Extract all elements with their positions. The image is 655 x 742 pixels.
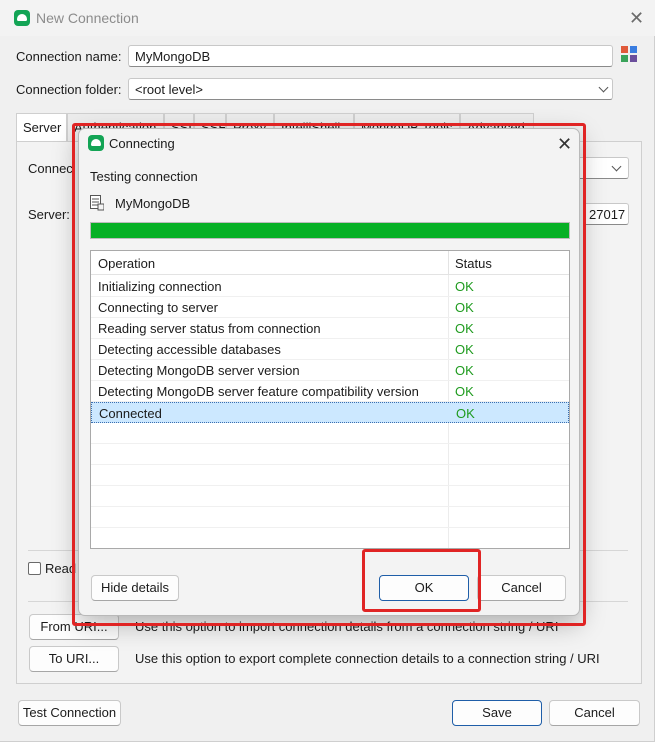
column-header-status[interactable]: Status <box>455 256 492 271</box>
server-label: Server: <box>28 207 70 222</box>
progress-bar <box>90 222 570 239</box>
table-row-empty <box>91 423 569 444</box>
app-logo-icon <box>88 135 104 151</box>
color-picker-icon[interactable] <box>621 46 637 62</box>
dialog-cancel-button[interactable]: Cancel <box>477 575 566 601</box>
connection-name-label: Connection name: <box>16 49 122 64</box>
table-row-selected[interactable]: Connected OK <box>91 402 569 423</box>
save-button[interactable]: Save <box>452 700 542 726</box>
connection-folder-label: Connection folder: <box>16 82 122 97</box>
row-status: OK <box>455 321 474 336</box>
operations-table: Operation Status Initializing connection… <box>90 250 570 549</box>
row-operation: Detecting accessible databases <box>98 342 281 357</box>
table-row-empty <box>91 444 569 465</box>
close-icon[interactable]: ✕ <box>557 135 572 153</box>
column-header-operation[interactable]: Operation <box>98 256 155 271</box>
row-operation: Initializing connection <box>98 279 222 294</box>
ok-button[interactable]: OK <box>379 575 469 601</box>
connection-type-label: Connec <box>28 161 73 176</box>
close-icon[interactable]: ✕ <box>629 9 644 27</box>
from-uri-button[interactable]: From URI... <box>29 614 119 640</box>
port-input[interactable]: 27017 <box>583 203 629 225</box>
connection-type-select[interactable] <box>575 157 629 179</box>
row-operation: Detecting MongoDB server version <box>98 363 300 378</box>
test-connection-button[interactable]: Test Connection <box>18 700 121 726</box>
connection-name-display: MyMongoDB <box>115 196 191 211</box>
read-only-label: Read <box>45 561 77 576</box>
row-operation: Detecting MongoDB server feature compati… <box>98 384 419 399</box>
read-only-checkbox[interactable] <box>28 562 41 575</box>
hide-details-button[interactable]: Hide details <box>91 575 179 601</box>
table-row-empty <box>91 465 569 486</box>
app-logo-icon <box>14 10 30 26</box>
to-uri-button[interactable]: To URI... <box>29 646 119 672</box>
table-row[interactable]: Detecting MongoDB server version OK <box>91 360 569 381</box>
table-row[interactable]: Initializing connection OK <box>91 276 569 297</box>
table-row[interactable]: Detecting accessible databases OK <box>91 339 569 360</box>
connecting-dialog: Connecting ✕ Testing connection MyMongoD… <box>78 128 580 616</box>
testing-connection-label: Testing connection <box>90 169 198 184</box>
tab-server[interactable]: Server <box>16 113 67 143</box>
connection-folder-select[interactable]: <root level> <box>128 78 613 100</box>
row-status: OK <box>455 279 474 294</box>
dialog-title: Connecting <box>109 136 175 151</box>
table-row-empty <box>91 507 569 528</box>
window-title: New Connection <box>36 10 139 26</box>
table-header: Operation Status <box>91 251 569 275</box>
row-status: OK <box>455 300 474 315</box>
row-operation: Reading server status from connection <box>98 321 321 336</box>
table-row[interactable]: Connecting to server OK <box>91 297 569 318</box>
from-uri-description: Use this option to import connection det… <box>135 619 559 634</box>
row-status: OK <box>455 384 474 399</box>
table-row[interactable]: Reading server status from connection OK <box>91 318 569 339</box>
progress-fill <box>91 223 569 238</box>
row-status: OK <box>455 363 474 378</box>
to-uri-description: Use this option to export complete conne… <box>135 651 600 666</box>
row-operation: Connecting to server <box>98 300 218 315</box>
connection-name-input[interactable]: MyMongoDB <box>128 45 613 67</box>
row-operation: Connected <box>99 406 162 421</box>
database-icon <box>90 195 105 211</box>
table-row[interactable]: Detecting MongoDB server feature compati… <box>91 381 569 402</box>
window-titlebar: New Connection ✕ <box>0 0 655 36</box>
row-status: OK <box>456 406 475 421</box>
table-row-empty <box>91 486 569 507</box>
row-status: OK <box>455 342 474 357</box>
cancel-button[interactable]: Cancel <box>549 700 640 726</box>
column-separator <box>448 251 449 275</box>
